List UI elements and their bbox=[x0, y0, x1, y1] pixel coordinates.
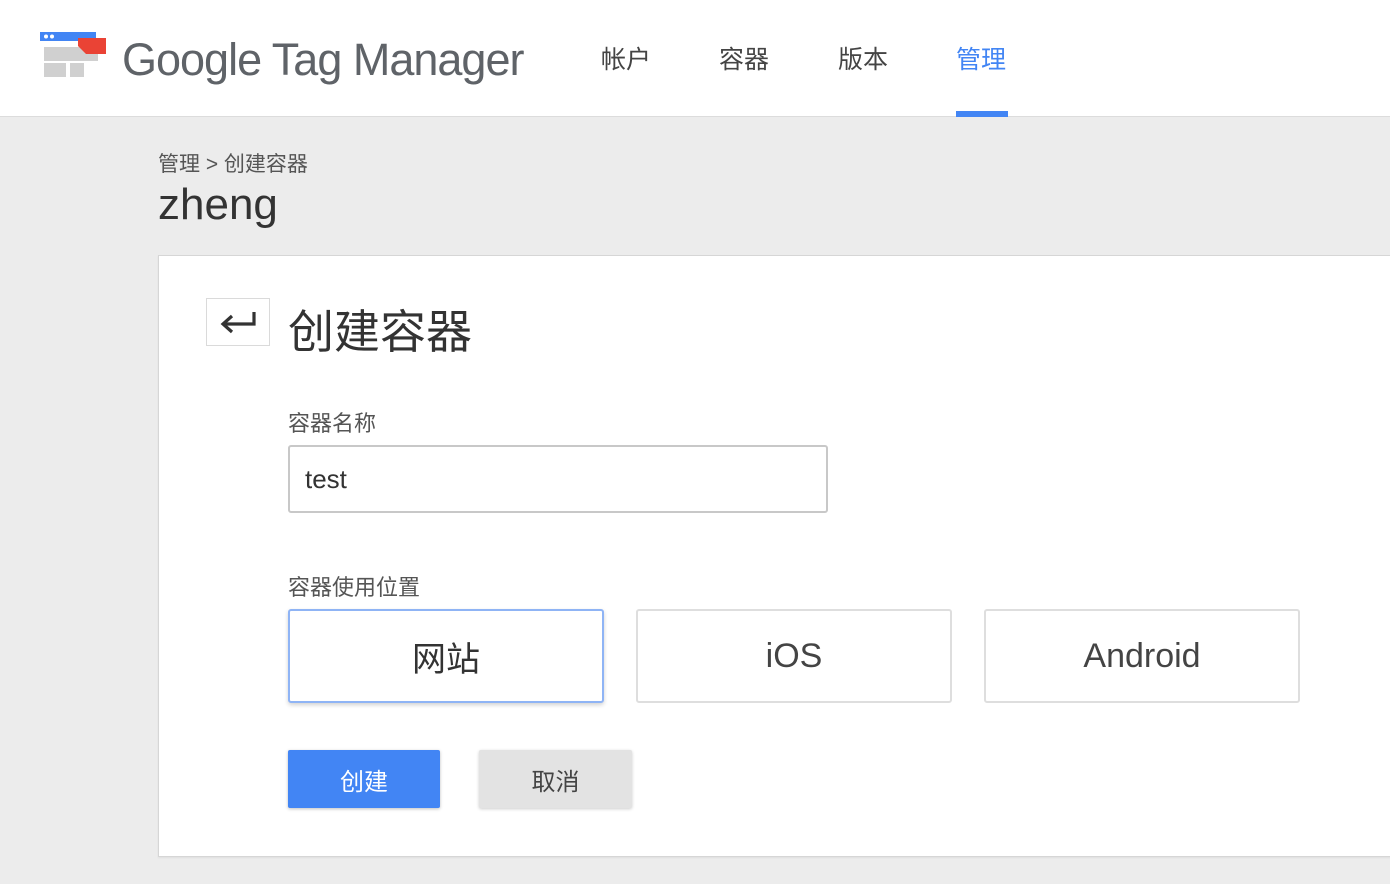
card-title: 创建容器 bbox=[288, 306, 472, 358]
app-logo-text: Google Tag Manager bbox=[122, 34, 524, 85]
create-button[interactable]: 创建 bbox=[288, 750, 440, 808]
active-tab-indicator bbox=[956, 111, 1008, 117]
container-name-input[interactable] bbox=[288, 445, 828, 513]
breadcrumb: 管理 > 创建容器 bbox=[158, 153, 308, 176]
cancel-button[interactable]: 取消 bbox=[479, 750, 632, 808]
nav-item-containers[interactable]: 容器 bbox=[719, 40, 769, 76]
create-container-card: 创建容器 容器名称 容器使用位置 网站 iOS Android 创建 取消 bbox=[158, 255, 1390, 857]
nav-item-accounts[interactable]: 帐户 bbox=[601, 40, 651, 76]
top-header: Google Tag Manager 帐户 容器 版本 管理 bbox=[0, 0, 1390, 117]
nav-item-versions[interactable]: 版本 bbox=[838, 40, 888, 76]
platform-option-ios[interactable]: iOS bbox=[636, 609, 952, 703]
platform-option-web[interactable]: 网站 bbox=[288, 609, 604, 703]
container-name-label: 容器名称 bbox=[288, 411, 377, 436]
back-button[interactable] bbox=[206, 298, 270, 346]
gtm-logo-icon[interactable] bbox=[40, 32, 110, 78]
account-name: zheng bbox=[158, 180, 278, 229]
platform-option-android[interactable]: Android bbox=[984, 609, 1300, 703]
nav-item-admin[interactable]: 管理 bbox=[956, 40, 1006, 76]
container-usage-label: 容器使用位置 bbox=[288, 575, 421, 600]
return-arrow-icon bbox=[220, 312, 256, 334]
